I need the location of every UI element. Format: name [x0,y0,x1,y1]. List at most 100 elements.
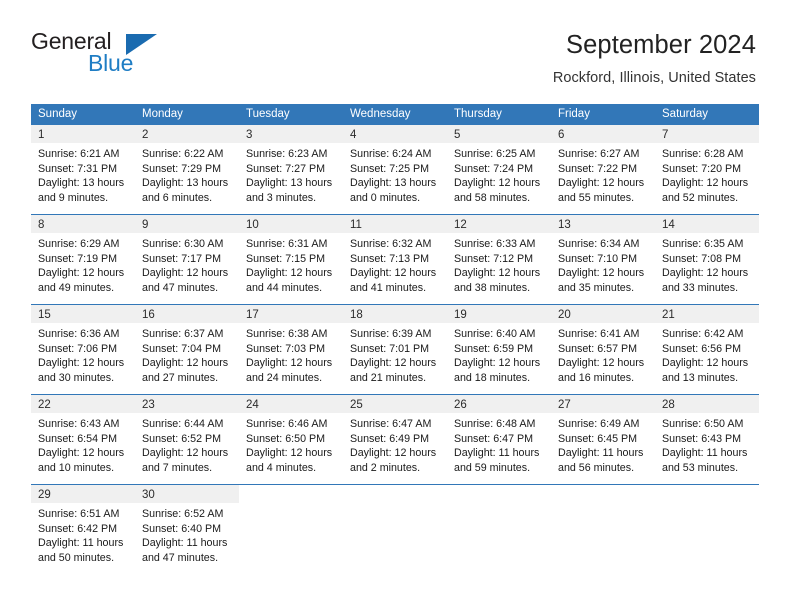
day-number: 13 [558,219,571,231]
calendar-day-cell[interactable]: 2 Sunrise: 6:22 AM Sunset: 7:29 PM Daylight… [135,125,239,214]
day-number-band: 26 [447,395,551,413]
calendar-day-cell[interactable]: 26 Sunrise: 6:48 AM Sunset: 6:47 PM Dayligh… [447,395,551,484]
day-details: Sunrise: 6:25 AM Sunset: 7:24 PM Daylight:… [447,143,551,205]
dow-thursday: Thursday [454,108,502,120]
daylight-text-line2: and 52 minutes. [662,191,739,204]
day-number-band: 4 [343,125,447,143]
sunrise-text: Sunrise: 6:46 AM [246,418,328,430]
day-details: Sunrise: 6:44 AM Sunset: 6:52 PM Daylight:… [135,413,239,475]
generalblue-logo[interactable]: General Blue [31,28,241,78]
calendar-day-cell[interactable]: 17 Sunrise: 6:38 AM Sunset: 7:03 PM Dayligh… [239,305,343,394]
calendar-day-cell[interactable]: 14 Sunrise: 6:35 AM Sunset: 7:08 PM Dayligh… [655,215,759,304]
sunset-text: Sunset: 6:59 PM [454,342,534,355]
daylight-text-line1: Daylight: 12 hours [662,267,749,280]
calendar-day-cell[interactable]: 6 Sunrise: 6:27 AM Sunset: 7:22 PM Daylight… [551,125,655,214]
day-details: Sunrise: 6:47 AM Sunset: 6:49 PM Daylight:… [343,413,447,475]
calendar-day-cell[interactable]: 5 Sunrise: 6:25 AM Sunset: 7:24 PM Daylight… [447,125,551,214]
calendar-day-cell[interactable]: 11 Sunrise: 6:32 AM Sunset: 7:13 PM Dayligh… [343,215,447,304]
day-number: 20 [558,309,571,321]
daylight-text-line2: and 41 minutes. [350,281,427,294]
day-number: 23 [142,399,155,411]
day-number-band: 24 [239,395,343,413]
day-details: Sunrise: 6:51 AM Sunset: 6:42 PM Daylight:… [31,503,135,565]
sunrise-text: Sunrise: 6:30 AM [142,238,224,250]
day-details: Sunrise: 6:28 AM Sunset: 7:20 PM Daylight:… [655,143,759,205]
day-number-band: 8 [31,215,135,233]
calendar-day-cell[interactable]: 29 Sunrise: 6:51 AM Sunset: 6:42 PM Dayligh… [31,485,135,574]
sunset-text: Sunset: 7:22 PM [558,162,638,175]
daylight-text-line1: Daylight: 13 hours [38,177,125,190]
calendar-day-cell-empty [239,485,343,574]
page-title: September 2024 [566,31,756,59]
calendar-day-cell[interactable]: 1 Sunrise: 6:21 AM Sunset: 7:31 PM Daylight… [31,125,135,214]
day-number-band [239,485,343,503]
calendar-day-cell[interactable]: 28 Sunrise: 6:50 AM Sunset: 6:43 PM Dayligh… [655,395,759,484]
day-details: Sunrise: 6:27 AM Sunset: 7:22 PM Daylight:… [551,143,655,205]
calendar-day-cell[interactable]: 4 Sunrise: 6:24 AM Sunset: 7:25 PM Daylight… [343,125,447,214]
day-number: 7 [662,129,669,141]
calendar-day-cell[interactable]: 19 Sunrise: 6:40 AM Sunset: 6:59 PM Dayligh… [447,305,551,394]
calendar-day-cell-empty [551,485,655,574]
calendar-day-cell[interactable]: 9 Sunrise: 6:30 AM Sunset: 7:17 PM Daylight… [135,215,239,304]
calendar-day-cell[interactable]: 21 Sunrise: 6:42 AM Sunset: 6:56 PM Dayligh… [655,305,759,394]
daylight-text-line1: Daylight: 11 hours [142,537,228,550]
daylight-text-line1: Daylight: 12 hours [558,357,645,370]
daylight-text-line1: Daylight: 12 hours [454,177,541,190]
calendar-day-cell[interactable]: 3 Sunrise: 6:23 AM Sunset: 7:27 PM Daylight… [239,125,343,214]
daylight-text-line1: Daylight: 12 hours [38,267,125,280]
daylight-text-line2: and 44 minutes. [246,281,323,294]
sunrise-text: Sunrise: 6:41 AM [558,328,640,340]
calendar-day-cell[interactable]: 22 Sunrise: 6:43 AM Sunset: 6:54 PM Dayligh… [31,395,135,484]
daylight-text-line2: and 7 minutes. [142,461,213,474]
day-number-band: 10 [239,215,343,233]
daylight-text-line1: Daylight: 11 hours [38,537,124,550]
daylight-text-line1: Daylight: 12 hours [38,447,125,460]
calendar-day-cell[interactable]: 30 Sunrise: 6:52 AM Sunset: 6:40 PM Dayligh… [135,485,239,574]
calendar-day-cell-empty [343,485,447,574]
daylight-text-line1: Daylight: 12 hours [246,447,333,460]
calendar-day-cell[interactable]: 13 Sunrise: 6:34 AM Sunset: 7:10 PM Dayligh… [551,215,655,304]
calendar-day-cell[interactable]: 27 Sunrise: 6:49 AM Sunset: 6:45 PM Dayligh… [551,395,655,484]
daylight-text-line2: and 53 minutes. [662,461,739,474]
daylight-text-line1: Daylight: 12 hours [142,267,229,280]
daylight-text-line1: Daylight: 12 hours [350,447,437,460]
calendar-day-cell[interactable]: 10 Sunrise: 6:31 AM Sunset: 7:15 PM Dayligh… [239,215,343,304]
day-number: 5 [454,129,461,141]
day-number: 14 [662,219,675,231]
day-number: 2 [142,129,149,141]
calendar-day-cell[interactable]: 25 Sunrise: 6:47 AM Sunset: 6:49 PM Dayligh… [343,395,447,484]
calendar-day-cell[interactable]: 24 Sunrise: 6:46 AM Sunset: 6:50 PM Dayligh… [239,395,343,484]
calendar-day-cell[interactable]: 23 Sunrise: 6:44 AM Sunset: 6:52 PM Dayligh… [135,395,239,484]
daylight-text-line1: Daylight: 12 hours [558,177,645,190]
daylight-text-line2: and 33 minutes. [662,281,739,294]
day-number-band: 13 [551,215,655,233]
dow-monday: Monday [142,108,183,120]
day-details: Sunrise: 6:49 AM Sunset: 6:45 PM Daylight:… [551,413,655,475]
day-number-band: 6 [551,125,655,143]
sunset-text: Sunset: 6:54 PM [38,432,118,445]
calendar-day-cell[interactable]: 8 Sunrise: 6:29 AM Sunset: 7:19 PM Daylight… [31,215,135,304]
calendar-day-cell[interactable]: 16 Sunrise: 6:37 AM Sunset: 7:04 PM Dayligh… [135,305,239,394]
sunset-text: Sunset: 6:49 PM [350,432,430,445]
sunrise-text: Sunrise: 6:47 AM [350,418,432,430]
day-number-band: 25 [343,395,447,413]
day-details: Sunrise: 6:38 AM Sunset: 7:03 PM Daylight:… [239,323,343,385]
calendar-day-cell[interactable]: 7 Sunrise: 6:28 AM Sunset: 7:20 PM Daylight… [655,125,759,214]
calendar-day-cell[interactable]: 15 Sunrise: 6:36 AM Sunset: 7:06 PM Dayligh… [31,305,135,394]
sunset-text: Sunset: 7:13 PM [350,252,430,265]
day-number: 30 [142,489,155,501]
daylight-text-line1: Daylight: 12 hours [454,267,541,280]
calendar-day-cell[interactable]: 12 Sunrise: 6:33 AM Sunset: 7:12 PM Dayligh… [447,215,551,304]
sunset-text: Sunset: 7:01 PM [350,342,430,355]
calendar-day-cell[interactable]: 18 Sunrise: 6:39 AM Sunset: 7:01 PM Dayligh… [343,305,447,394]
day-number: 6 [558,129,565,141]
calendar-day-cell[interactable]: 20 Sunrise: 6:41 AM Sunset: 6:57 PM Dayligh… [551,305,655,394]
sunset-text: Sunset: 7:27 PM [246,162,326,175]
daylight-text-line1: Daylight: 13 hours [246,177,333,190]
day-number-band: 21 [655,305,759,323]
day-number: 19 [454,309,467,321]
sunset-text: Sunset: 7:04 PM [142,342,222,355]
day-number-band: 15 [31,305,135,323]
day-number: 17 [246,309,259,321]
daylight-text-line1: Daylight: 13 hours [350,177,437,190]
